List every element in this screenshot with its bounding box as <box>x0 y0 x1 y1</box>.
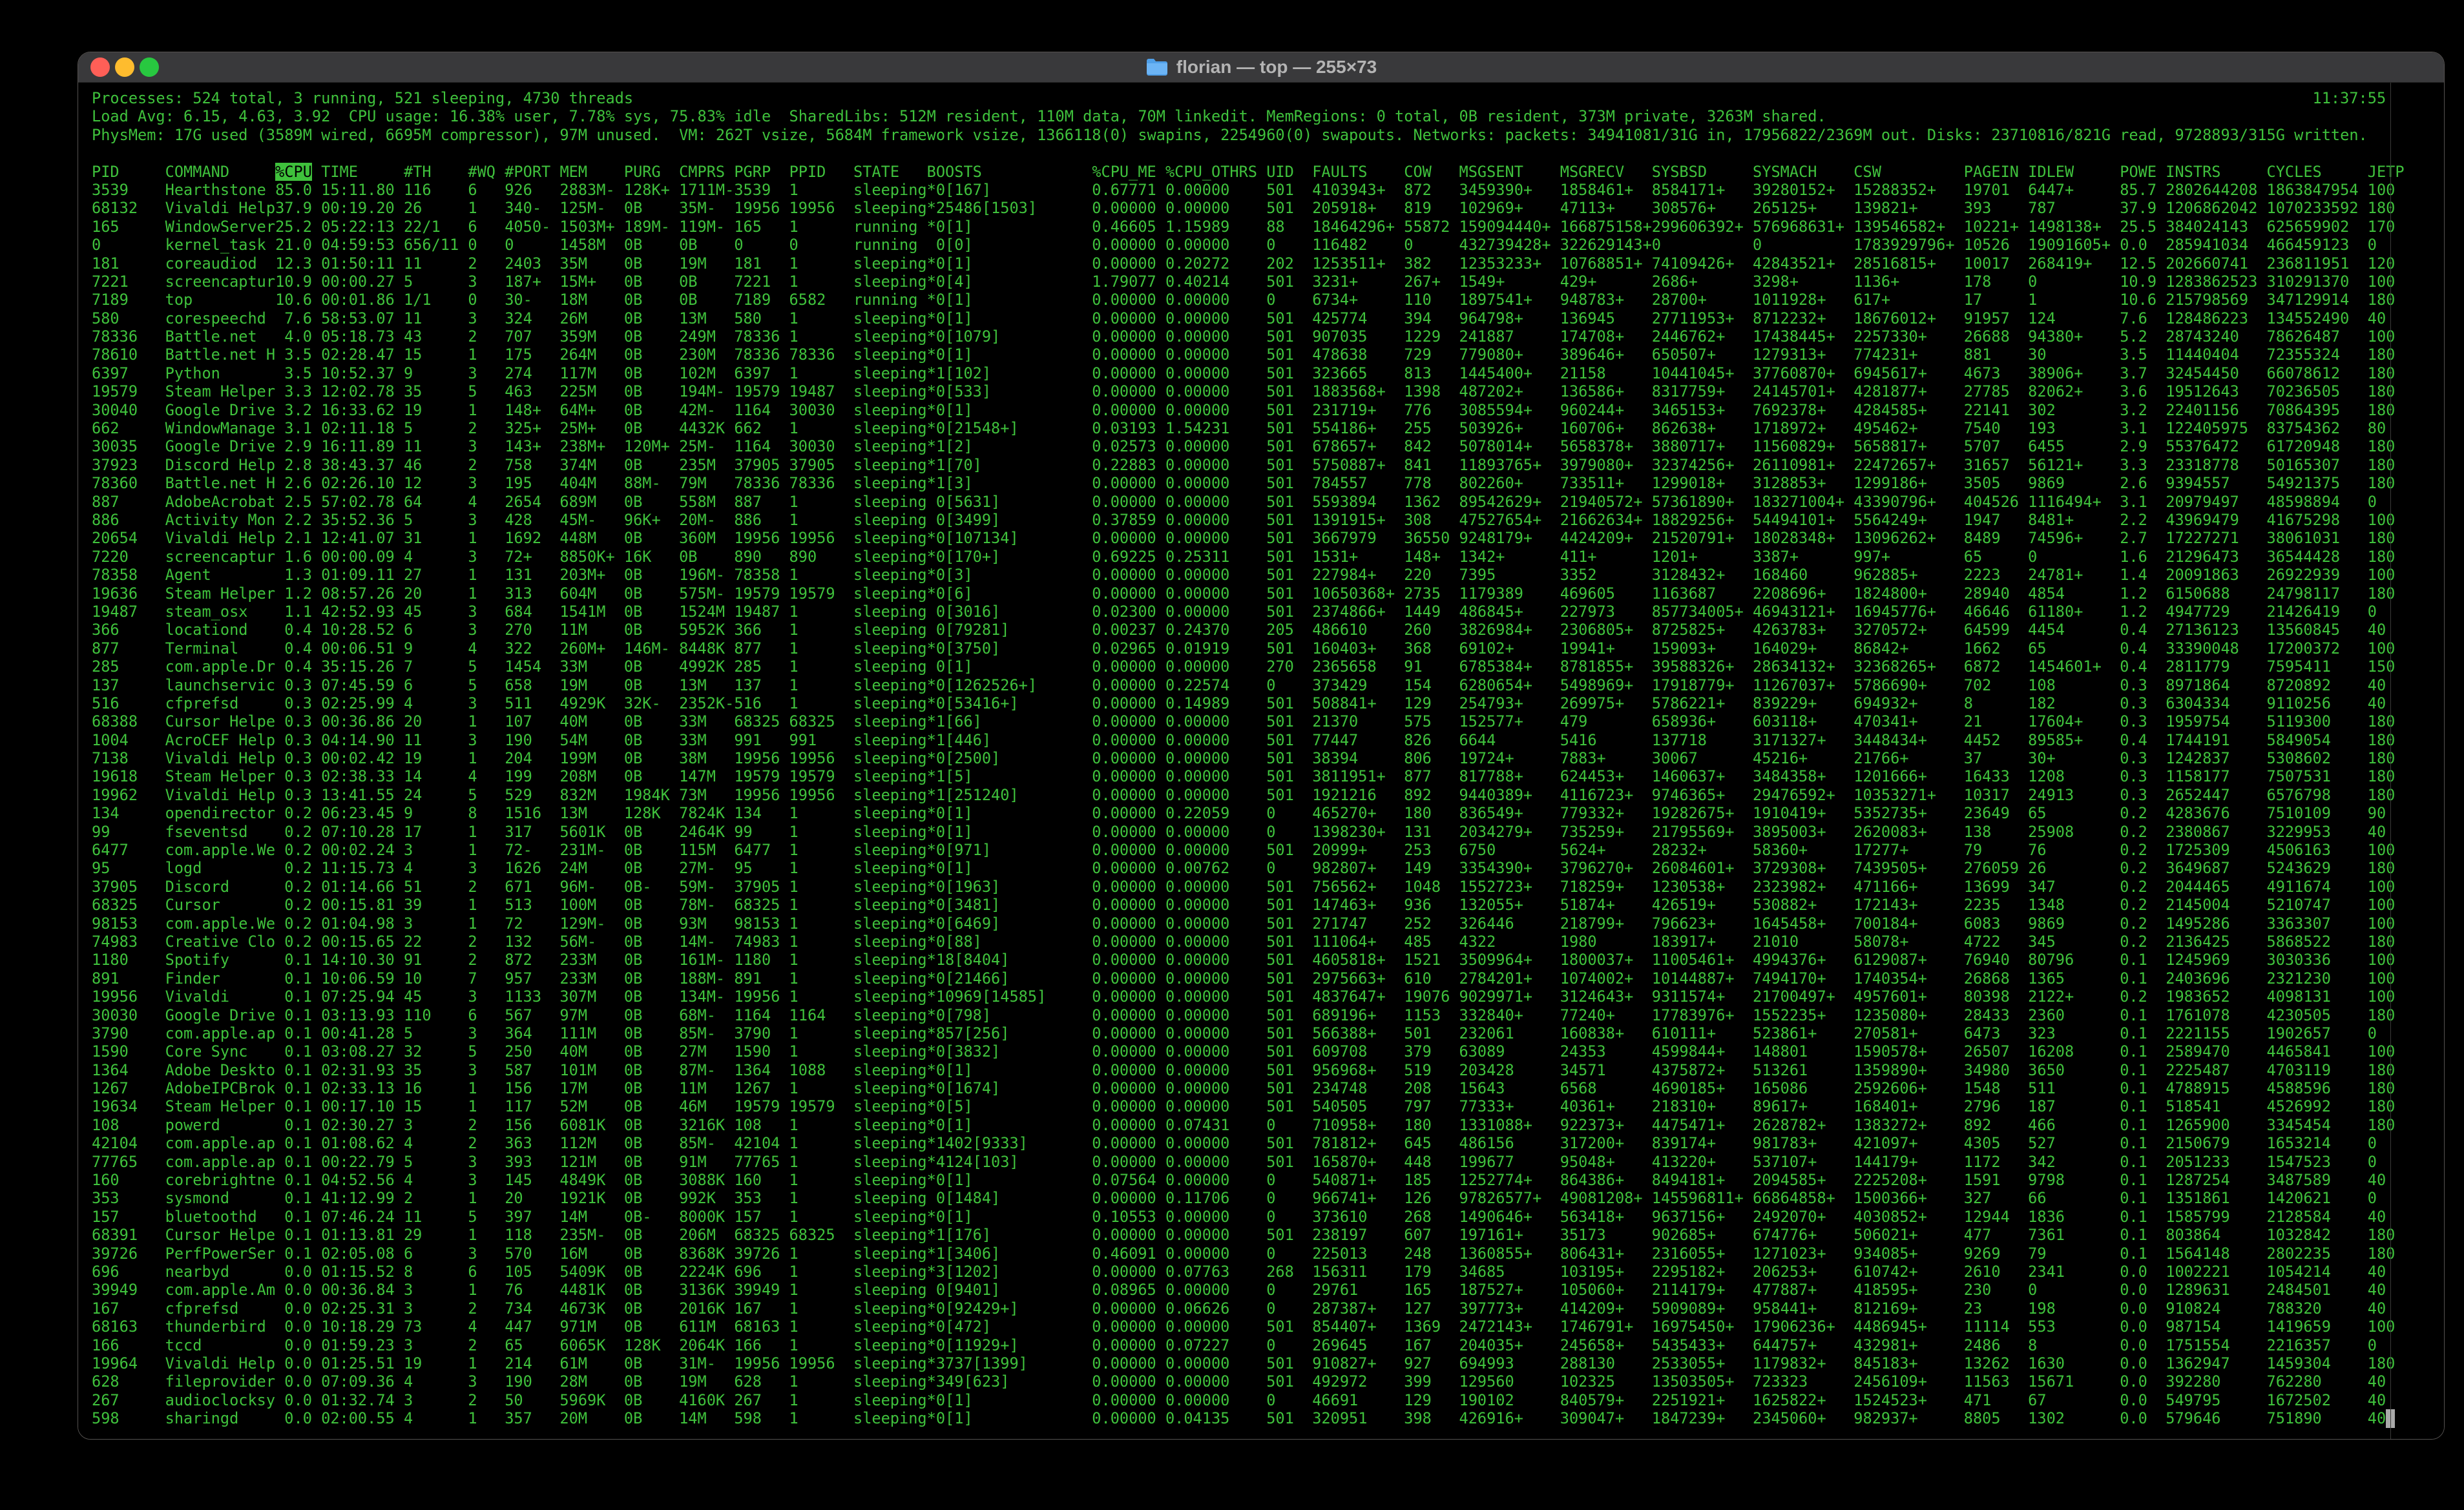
process-row: 6397 Python 3.5 10:52.37 9 3 274 117M 0B… <box>92 364 2405 382</box>
process-row: 366 locationd 0.4 10:28.52 6 3 270 11M 0… <box>92 621 2405 639</box>
process-row: 628 fileprovider 0.0 07:09.36 4 3 190 28… <box>92 1372 2405 1391</box>
process-row: 68391 Cursor Helpe 0.1 01:13.81 29 1 118… <box>92 1226 2405 1244</box>
process-row: 3539 Hearthstone 85.0 15:11.80 116 6 926… <box>92 181 2405 199</box>
process-row: 99 fseventsd 0.2 07:10.28 17 1 317 5601K… <box>92 823 2405 841</box>
window-title: florian — top — 255×73 <box>1145 57 1377 78</box>
title-bar[interactable]: florian — top — 255×73 <box>78 52 2444 83</box>
close-button[interactable] <box>90 57 110 77</box>
process-row: 7189 top 10.6 00:01.86 1/1 0 30- 18M 0B … <box>92 291 2405 309</box>
process-row: 108 powerd 0.1 02:30.27 3 2 156 6081K 0B… <box>92 1116 2405 1134</box>
process-row: 891 Finder 0.1 10:06.59 10 7 957 233M 0B… <box>92 969 2405 988</box>
zoom-button[interactable] <box>140 57 159 77</box>
process-row: 78610 Battle.net H 3.5 02:28.47 15 1 175… <box>92 346 2405 364</box>
process-row: 98153 com.apple.We 0.2 01:04.98 3 1 72 1… <box>92 915 2405 933</box>
process-row: 39949 com.apple.Am 0.0 00:36.84 3 1 76 4… <box>92 1281 2405 1299</box>
process-row: 181 coreaudiod 12.3 01:50:11 11 2 2403 3… <box>92 254 2405 273</box>
process-row: 1180 Spotify 0.1 14:10.30 91 2 872 233M … <box>92 951 2405 969</box>
process-row: 74983 Creative Clo 0.2 00:15.65 22 2 132… <box>92 933 2405 951</box>
process-row: 267 audioclocksy 0.0 01:32.74 3 2 50 596… <box>92 1391 2405 1409</box>
process-row: 0 kernel_task 21.0 04:59:53 656/11 0 0 1… <box>92 236 2405 254</box>
process-row: 30040 Google Drive 3.2 16:33.62 19 1 148… <box>92 401 2405 419</box>
summary-line: PhysMem: 17G used (3589M wired, 6695M co… <box>92 126 2405 144</box>
terminal-window: florian — top — 255×73 Processes: 524 to… <box>78 52 2445 1440</box>
sort-column-highlight: %CPU <box>275 163 312 181</box>
process-row: 1364 Adobe Deskto 0.1 02:31.93 35 3 587 … <box>92 1061 2405 1079</box>
scrollbar-track[interactable] <box>2390 83 2391 1439</box>
process-row: 516 cfprefsd 0.3 02:25.99 4 3 511 4929K … <box>92 694 2405 712</box>
process-row: 37905 Discord 0.2 01:14.66 51 2 671 96M-… <box>92 878 2405 896</box>
folder-icon <box>1145 57 1169 77</box>
process-row: 696 nearbyd 0.0 01:15.52 8 6 105 5409K 0… <box>92 1263 2405 1281</box>
process-row: 68132 Vivaldi Help37.9 00:19.20 26 1 340… <box>92 199 2405 217</box>
column-header-row: PID COMMAND %CPU TIME #TH #WQ #PORT MEM … <box>92 163 2405 181</box>
process-row: 160 corebrightne 0.1 04:52.56 4 3 145 48… <box>92 1171 2405 1189</box>
process-row: 580 corespeechd 7.6 58:53.07 11 3 324 26… <box>92 309 2405 327</box>
process-row: 20654 Vivaldi Help 2.1 12:41.07 31 1 169… <box>92 529 2405 547</box>
process-row: 167 cfprefsd 0.0 02:25.31 3 2 734 4673K … <box>92 1299 2405 1318</box>
process-row: 165 WindowServer25.2 05:22:13 22/1 6 405… <box>92 218 2405 236</box>
process-row: 353 sysmond 0.1 41:12.99 2 1 20 1921K 0B… <box>92 1189 2405 1207</box>
process-row: 77765 com.apple.ap 0.1 00:22.79 5 3 393 … <box>92 1153 2405 1171</box>
process-row: 157 bluetoothd 0.1 07:46.24 11 5 397 14M… <box>92 1208 2405 1226</box>
process-row: 78360 Battle.net H 2.6 02:26.10 12 3 195… <box>92 474 2405 492</box>
process-row: 30030 Google Drive 0.1 03:13.93 110 6 56… <box>92 1006 2405 1024</box>
process-row: 137 launchservic 0.3 07:45.59 6 5 658 19… <box>92 676 2405 694</box>
process-row: 30035 Google Drive 2.9 16:11.89 11 3 143… <box>92 437 2405 455</box>
process-row: 662 WindowManage 3.1 02:11.18 5 2 325+ 2… <box>92 419 2405 437</box>
process-row: 285 com.apple.Dr 0.4 35:15.26 7 5 1454 3… <box>92 657 2405 676</box>
process-row: 166 tccd 0.0 01:59.23 3 2 65 6065K 128K … <box>92 1336 2405 1354</box>
process-row: 19634 Steam Helper 0.1 00:17.10 15 1 117… <box>92 1097 2405 1115</box>
traffic-lights <box>90 57 159 77</box>
window-title-text: florian — top — 255×73 <box>1176 57 1377 78</box>
process-row: 19618 Steam Helper 0.3 02:38.33 14 4 199… <box>92 767 2405 785</box>
process-row: 886 Activity Mon 2.2 35:52.36 5 3 428 45… <box>92 511 2405 529</box>
terminal-line <box>92 144 2405 162</box>
process-row: 19962 Vivaldi Help 0.3 13:41.55 24 5 529… <box>92 786 2405 804</box>
process-row: 19636 Steam Helper 1.2 08:57.26 20 1 313… <box>92 584 2405 603</box>
desktop: { "window": { "title": "florian — top — … <box>0 0 2464 1510</box>
process-row: 68163 thunderbird 0.0 10:18.29 73 4 447 … <box>92 1318 2405 1336</box>
process-row: 877 Terminal 0.4 00:06.51 9 4 322 260M+ … <box>92 639 2405 657</box>
summary-line: Load Avg: 6.15, 4.63, 3.92 CPU usage: 16… <box>92 107 2405 125</box>
terminal-content[interactable]: Processes: 524 total, 3 running, 521 sle… <box>78 83 2444 1439</box>
process-row: 1267 AdobeIPCBrok 0.1 02:33.13 16 1 156 … <box>92 1079 2405 1097</box>
process-row: 3790 com.apple.ap 0.1 00:41.28 5 3 364 1… <box>92 1024 2405 1042</box>
process-row: 7221 screencaptur10.9 00:00.27 5 3 187+ … <box>92 273 2405 291</box>
process-row: 37923 Discord Help 2.8 38:43.37 46 2 758… <box>92 456 2405 474</box>
process-row: 598 sharingd 0.0 02:00.55 4 1 357 20M 0B… <box>92 1409 2405 1427</box>
summary-line: Processes: 524 total, 3 running, 521 sle… <box>92 89 2405 107</box>
process-row: 7138 Vivaldi Help 0.3 00:02.42 19 1 204 … <box>92 749 2405 767</box>
process-row: 68325 Cursor 0.2 00:15.81 39 1 513 100M … <box>92 896 2405 914</box>
process-row: 39726 PerfPowerSer 0.1 02:05.08 6 3 570 … <box>92 1245 2405 1263</box>
process-row: 78358 Agent 1.3 01:09.11 27 1 131 203M+ … <box>92 566 2405 584</box>
terminal-output: Processes: 524 total, 3 running, 521 sle… <box>92 89 2405 1428</box>
process-row: 6477 com.apple.We 0.2 00:02.24 3 1 72- 2… <box>92 841 2405 859</box>
process-row: 1590 Core Sync 0.1 03:08.27 32 5 250 40M… <box>92 1042 2405 1060</box>
process-row: 42104 com.apple.ap 0.1 01:08.62 4 2 363 … <box>92 1134 2405 1152</box>
process-row: 1004 AcroCEF Help 0.3 04:14.90 11 3 190 … <box>92 731 2405 749</box>
process-row: 19487 steam_osx 1.1 42:52.93 45 3 684 15… <box>92 603 2405 621</box>
process-row: 134 opendirector 0.2 06:23.45 9 8 1516 1… <box>92 804 2405 822</box>
process-row: 68388 Cursor Helpe 0.3 00:36.86 20 1 107… <box>92 712 2405 730</box>
process-row: 19964 Vivaldi Help 0.0 01:25.51 19 1 214… <box>92 1354 2405 1372</box>
process-row: 19956 Vivaldi 0.1 07:25.94 45 3 1133 307… <box>92 988 2405 1006</box>
process-row: 19579 Steam Helper 3.3 12:02.78 35 5 463… <box>92 382 2405 400</box>
process-row: 95 logd 0.2 11:15.73 4 3 1626 24M 0B 27M… <box>92 859 2405 877</box>
process-row: 887 AdobeAcrobat 2.5 57:02.78 64 4 2654 … <box>92 493 2405 511</box>
minimize-button[interactable] <box>115 57 134 77</box>
process-row: 7220 screencaptur 1.6 00:00.09 4 3 72+ 8… <box>92 548 2405 566</box>
process-row: 78336 Battle.net 4.0 05:18.73 43 2 707 3… <box>92 327 2405 346</box>
